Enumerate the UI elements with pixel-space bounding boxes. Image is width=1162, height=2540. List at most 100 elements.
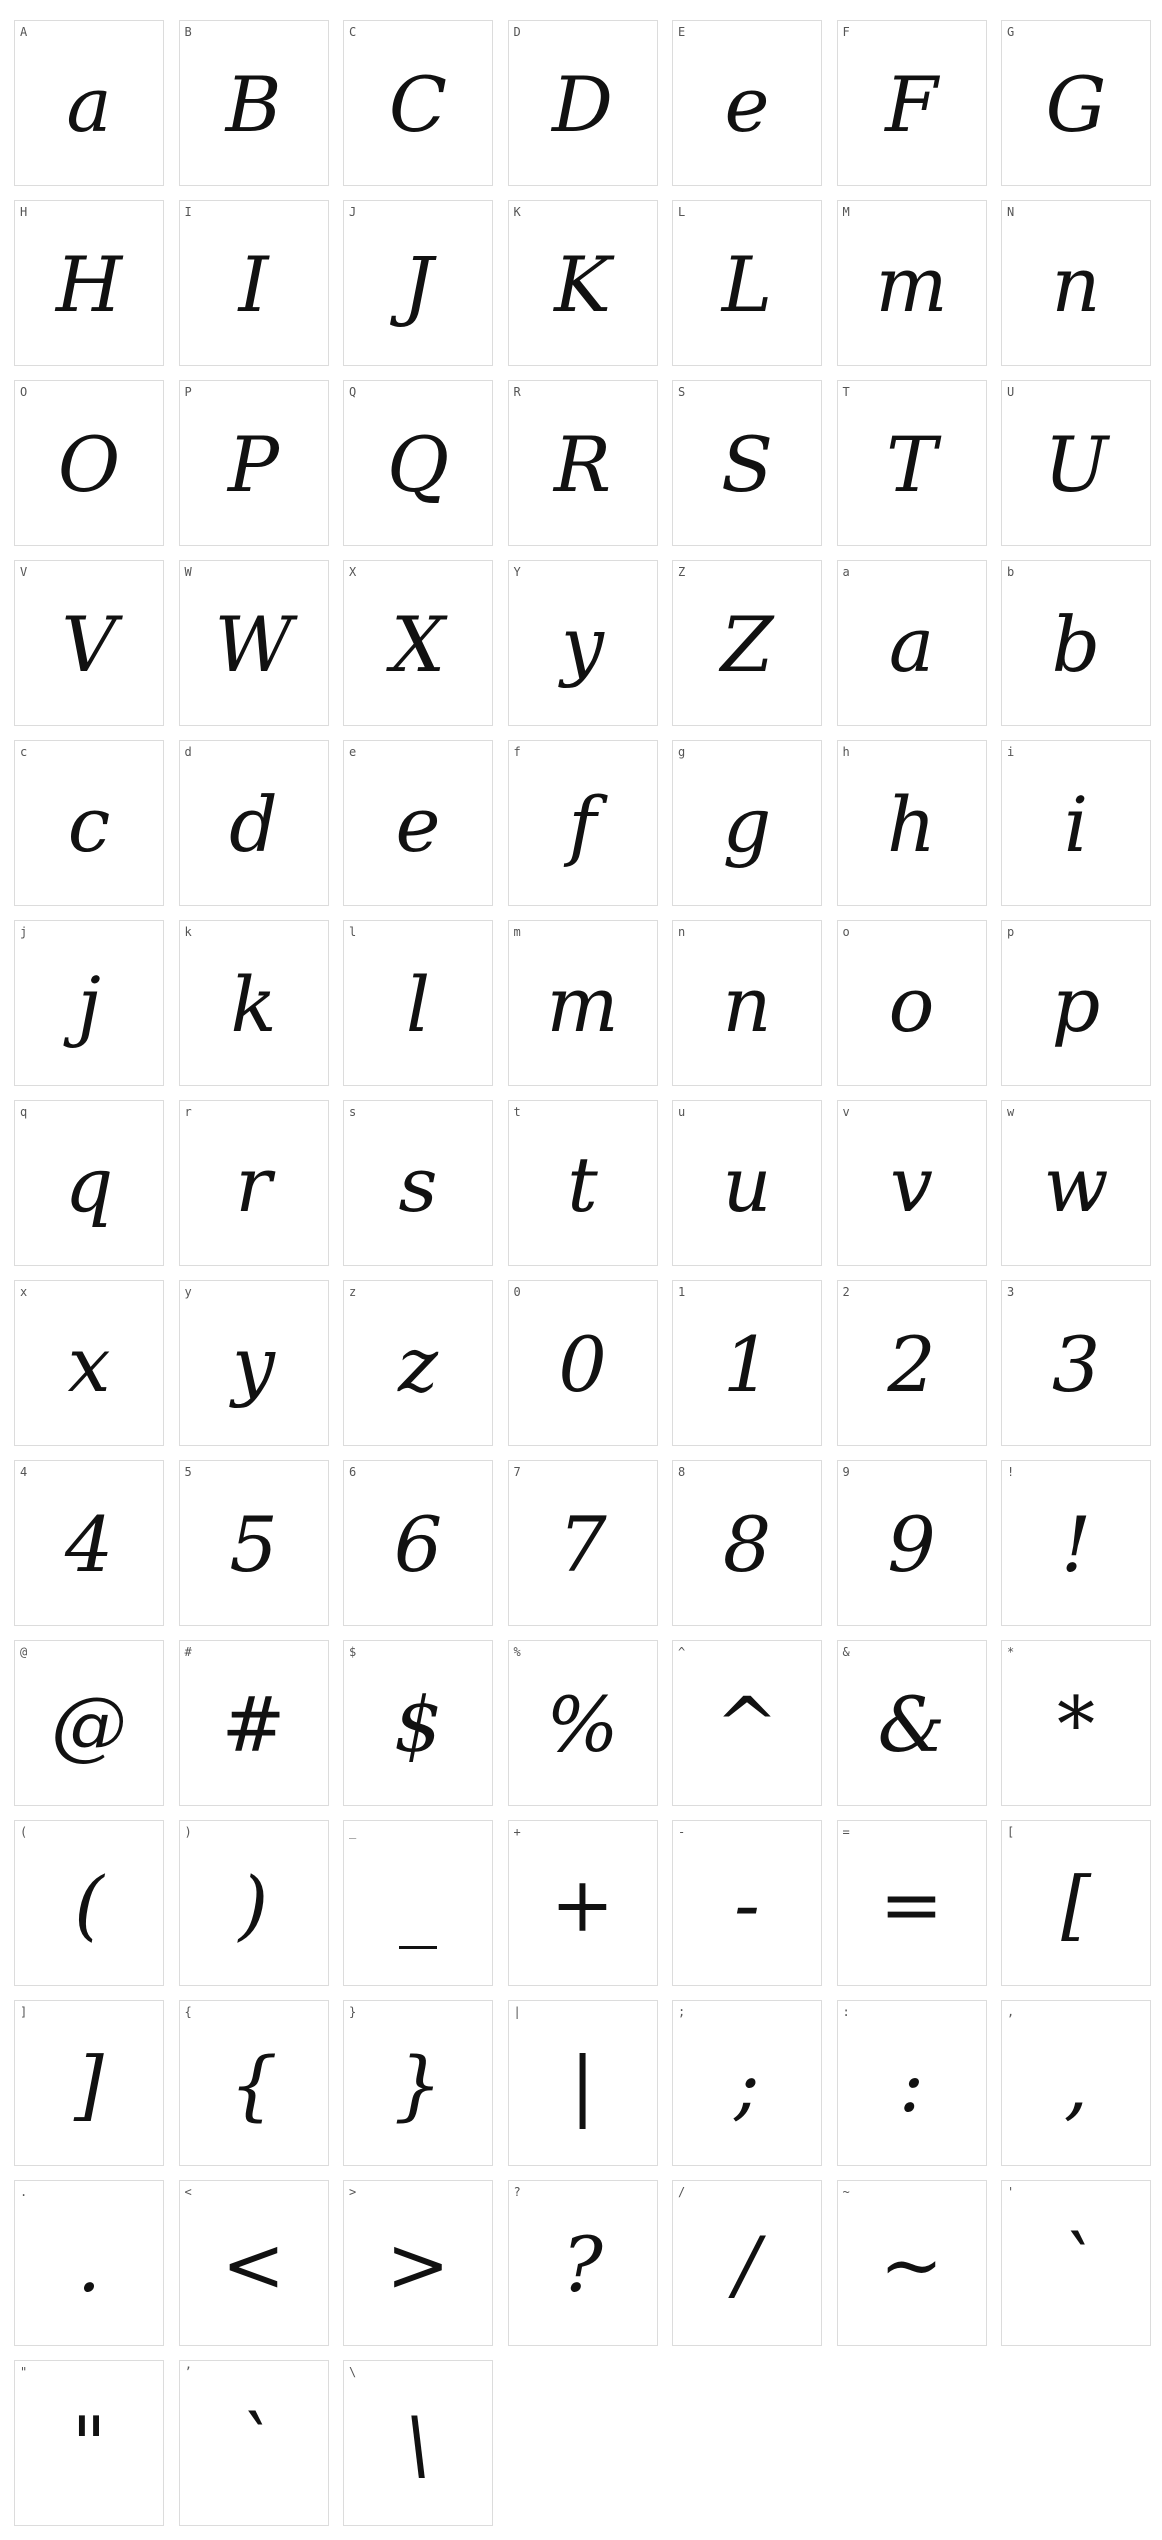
glyph-cell: uu (672, 1100, 822, 1266)
glyph-cell: cc (14, 740, 164, 906)
glyph-sample: | (569, 2040, 596, 2129)
glyph-sample: : (898, 2040, 925, 2129)
glyph-label: < (184, 2185, 192, 2199)
glyph-label: J (349, 205, 357, 219)
glyph-cell: LL (672, 200, 822, 366)
glyph-sample: * (1057, 1680, 1095, 1769)
glyph-label: 8 (678, 1465, 686, 1479)
glyph-cell: _ _ (343, 1820, 493, 1986)
glyph-sample: o (888, 960, 935, 1049)
glyph-sample: 7 (558, 1500, 607, 1589)
glyph-cell: {{ (178, 2000, 329, 2166)
glyph-sample: s (398, 1140, 438, 1229)
glyph-cell: Yy (507, 560, 658, 726)
glyph-cell: * * (1001, 1640, 1151, 1806)
glyph-sample: h (887, 780, 936, 869)
glyph-cell: -- (672, 1820, 822, 1986)
glyph-label: # (184, 1645, 192, 1659)
glyph-label: ^ (678, 1645, 686, 1659)
glyph-label: q (20, 1105, 28, 1119)
glyph-sample: & (877, 1680, 946, 1769)
glyph-label: o (842, 925, 850, 939)
glyph-cell: VV (14, 560, 164, 726)
glyph-label: G (1007, 25, 1015, 39)
glyph-sample: 0 (558, 1320, 607, 1409)
glyph-label: F (842, 25, 850, 39)
glyph-label: T (842, 385, 850, 399)
glyph-label: D (513, 25, 521, 39)
glyph-label: x (20, 1285, 28, 1299)
glyph-label: S (678, 385, 686, 399)
glyph-label: 2 (842, 1285, 850, 1299)
glyph-sample: c (67, 780, 111, 869)
glyph-sample: m (875, 240, 948, 329)
glyph-cell: dd (178, 740, 329, 906)
glyph-label: E (678, 25, 686, 39)
glyph-cell: Aa (14, 20, 164, 186)
glyph-cell: FF (836, 20, 987, 186)
glyph-cell: 99 (836, 1460, 987, 1626)
glyph-label: R (513, 385, 521, 399)
glyph-cell: ,, (1001, 2000, 1151, 2166)
glyph-label: 5 (184, 1465, 192, 1479)
glyph-cell: 55 (178, 1460, 329, 1626)
glyph-label: e (349, 745, 357, 759)
glyph-sample: _ (399, 1860, 437, 1949)
glyph-sample: < (221, 2220, 286, 2309)
glyph-label: & (842, 1645, 850, 1659)
glyph-sample: e (724, 60, 770, 149)
glyph-sample: n (722, 960, 772, 1049)
glyph-label: @ (20, 1645, 28, 1659)
glyph-label: ' (1007, 2185, 1015, 2199)
glyph-sample: S (720, 420, 774, 509)
glyph-label: n (678, 925, 686, 939)
glyph-sample: T (886, 420, 937, 509)
glyph-sample: > (386, 2220, 450, 2309)
glyph-label: 6 (349, 1465, 357, 1479)
glyph-sample: a (66, 60, 112, 149)
glyph-label: } (349, 2005, 357, 2019)
glyph-label: H (20, 205, 28, 219)
glyph-label: g (678, 745, 686, 759)
glyph-label: 9 (842, 1465, 850, 1479)
glyph-sample: \ (405, 2400, 431, 2489)
glyph-sample: ` (1057, 2220, 1095, 2309)
glyph-label: t (513, 1105, 521, 1119)
glyph-sample: G (1045, 60, 1107, 149)
glyph-cell: }} (343, 2000, 493, 2166)
glyph-cell: II (178, 200, 329, 366)
glyph-cell: 66 (343, 1460, 493, 1626)
glyph-sample: y (561, 600, 604, 689)
glyph-label: O (20, 385, 28, 399)
glyph-cell: ff (507, 740, 658, 906)
glyph-sample: J (402, 240, 434, 329)
glyph-label: \ (349, 2365, 357, 2379)
glyph-cell: ^ ^ (672, 1640, 822, 1806)
glyph-cell: / / (672, 2180, 822, 2346)
glyph-label: v (842, 1105, 850, 1119)
glyph-cell: # # (178, 1640, 329, 1806)
glyph-cell: pp (1001, 920, 1151, 1086)
glyph-cell: xx (14, 1280, 164, 1446)
glyph-cell: RR (507, 380, 658, 546)
glyph-sample: V (61, 600, 117, 689)
glyph-label: ’ (184, 2365, 192, 2379)
glyph-label: B (184, 25, 192, 39)
glyph-label: $ (349, 1645, 357, 1659)
glyph-sample: = (879, 1860, 944, 1949)
glyph-label: ) (184, 1825, 192, 1839)
glyph-cell: BB (178, 20, 329, 186)
glyph-sample: C (388, 60, 448, 149)
glyph-label: . (20, 2185, 28, 2199)
glyph-cell: JJ (343, 200, 493, 366)
glyph-label: - (678, 1825, 686, 1839)
glyph-sample: l (405, 960, 431, 1049)
glyph-cell: | | (507, 2000, 658, 2166)
glyph-label: z (349, 1285, 357, 1299)
glyph-cell: jj (14, 920, 164, 1086)
glyph-sample: W (214, 600, 293, 689)
glyph-sample: w (1043, 1140, 1109, 1229)
glyph-sample: 1 (722, 1320, 772, 1409)
glyph-label: r (184, 1105, 192, 1119)
glyph-cell: = = (836, 1820, 987, 1986)
